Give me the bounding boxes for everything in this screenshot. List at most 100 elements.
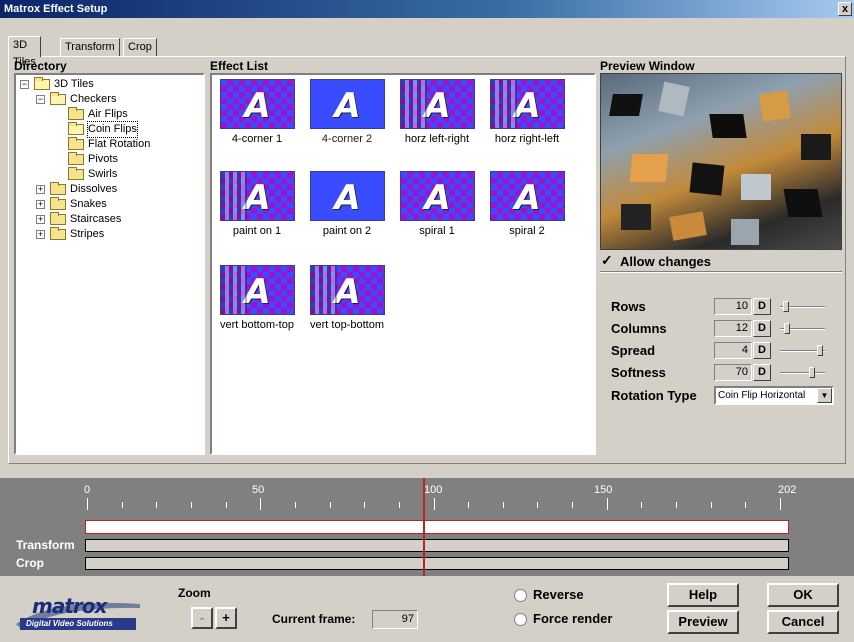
folder-icon — [68, 167, 84, 180]
zoom-out-button[interactable]: - — [191, 607, 213, 629]
preview-button[interactable]: Preview — [667, 610, 739, 634]
folder-icon — [68, 152, 84, 165]
ruler-tick — [780, 498, 782, 510]
ruler-tick — [502, 502, 504, 508]
folder-icon — [68, 137, 84, 150]
effect-thumb-vert-top-bottom[interactable]: A — [310, 265, 385, 315]
expand-icon[interactable]: + — [36, 215, 45, 224]
crop-track-label: Crop — [16, 556, 44, 570]
effect-thumb-spiral-2[interactable]: A — [490, 171, 565, 221]
close-button[interactable]: x — [838, 2, 852, 16]
crop-track[interactable] — [85, 557, 789, 570]
effect-label[interactable]: paint on 2 — [302, 225, 392, 237]
tree-label: 3D Tiles — [54, 78, 94, 90]
effect-label[interactable]: horz right-left — [482, 133, 572, 145]
reverse-radio[interactable] — [514, 589, 527, 602]
columns-label: Columns — [611, 321, 667, 336]
effect-thumb-vert-bottom-top[interactable]: A — [220, 265, 295, 315]
tree-label: Air Flips — [88, 108, 128, 120]
effect-thumb-spiral-1[interactable]: A — [400, 171, 475, 221]
expand-icon[interactable]: + — [36, 185, 45, 194]
effect-label[interactable]: vert top-bottom — [302, 319, 392, 331]
effect-thumb-paint-on-1[interactable]: A — [220, 171, 295, 221]
directory-tree[interactable]: − 3D Tiles − Checkers Air Flips Coin Fli… — [14, 73, 205, 455]
rotation-type-value: Coin Flip Horizontal — [718, 390, 806, 401]
effect-label[interactable]: paint on 1 — [212, 225, 302, 237]
spread-slider-thumb[interactable] — [817, 345, 823, 356]
effect-label[interactable]: spiral 2 — [482, 225, 572, 237]
tree-label: Flat Rotation — [88, 138, 151, 150]
effect-label[interactable]: 4-corner 1 — [212, 133, 302, 145]
softness-slider-thumb[interactable] — [809, 367, 815, 378]
transform-track[interactable] — [85, 539, 789, 552]
effect-label-selected[interactable]: 4-corner 2 — [302, 133, 392, 145]
softness-field[interactable]: 70 — [714, 364, 752, 381]
effect-thumb-paint-on-2[interactable]: A — [310, 171, 385, 221]
folder-open-icon — [50, 92, 66, 105]
rotation-type-select[interactable]: Coin Flip Horizontal ▼ — [714, 386, 834, 405]
effect-label[interactable]: vert bottom-top — [212, 319, 302, 331]
ruler-tick — [537, 502, 539, 508]
master-track[interactable] — [85, 520, 789, 534]
allow-changes-label: Allow changes — [620, 254, 712, 269]
tab-transform[interactable]: Transform — [60, 38, 120, 56]
tree-label: Dissolves — [70, 183, 118, 195]
effect-thumb-4-corner-1[interactable]: A — [220, 79, 295, 129]
ruler-label: 150 — [594, 484, 613, 496]
folder-icon — [50, 227, 66, 240]
expand-icon[interactable]: + — [36, 200, 45, 209]
help-button[interactable]: Help — [667, 583, 739, 607]
rows-slider-thumb[interactable] — [783, 301, 789, 312]
rows-default-button[interactable]: D — [753, 298, 771, 315]
ruler-tick — [190, 502, 192, 508]
softness-default-button[interactable]: D — [753, 364, 771, 381]
playhead[interactable] — [423, 478, 426, 576]
rows-field[interactable]: 10 — [714, 298, 752, 315]
effect-list-title: Effect List — [210, 59, 269, 73]
expand-icon[interactable]: + — [36, 230, 45, 239]
effect-list[interactable]: A 4-corner 1 A 4-corner 2 A horz left-ri… — [210, 73, 596, 455]
rotation-type-label: Rotation Type — [611, 388, 697, 403]
tab-crop[interactable]: Crop — [123, 38, 157, 56]
tab-3d-tiles[interactable]: 3D Tiles — [8, 36, 41, 68]
effect-glyph: A — [514, 178, 541, 218]
cancel-button[interactable]: Cancel — [767, 610, 839, 634]
effect-label[interactable]: spiral 1 — [392, 225, 482, 237]
softness-slider[interactable] — [780, 372, 825, 374]
folder-open-icon — [68, 122, 84, 135]
effect-thumb-horz-left-right[interactable]: A — [400, 79, 475, 129]
allow-changes-checkbox[interactable]: ✓ — [601, 252, 613, 269]
ok-button[interactable]: OK — [767, 583, 839, 607]
ruler-tick — [294, 502, 296, 508]
force-render-label: Force render — [533, 611, 613, 626]
divider — [600, 271, 842, 273]
tree-label: Pivots — [88, 153, 118, 165]
ruler-tick — [572, 502, 574, 508]
columns-default-button[interactable]: D — [753, 320, 771, 337]
columns-field[interactable]: 12 — [714, 320, 752, 337]
effect-thumb-horz-right-left[interactable]: A — [490, 79, 565, 129]
ruler-tick — [121, 502, 123, 508]
window-title: Matrox Effect Setup — [4, 3, 108, 15]
effect-glyph: A — [334, 272, 361, 312]
ruler-tick — [676, 502, 678, 508]
folder-icon — [68, 107, 84, 120]
current-frame-field[interactable]: 97 — [372, 610, 418, 629]
collapse-icon[interactable]: − — [36, 95, 45, 104]
ruler-tick — [433, 498, 435, 510]
chevron-down-icon[interactable]: ▼ — [817, 388, 832, 403]
spread-field[interactable]: 4 — [714, 342, 752, 359]
ruler-label: 100 — [424, 484, 443, 496]
ruler-tick — [606, 498, 608, 510]
preview-title: Preview Window — [600, 59, 695, 73]
collapse-icon[interactable]: − — [20, 80, 29, 89]
effect-thumb-4-corner-2[interactable]: A — [310, 79, 385, 129]
force-render-radio[interactable] — [514, 613, 527, 626]
spread-default-button[interactable]: D — [753, 342, 771, 359]
rows-label: Rows — [611, 299, 646, 314]
ruler-tick — [329, 502, 331, 508]
reverse-label: Reverse — [533, 587, 584, 602]
effect-label[interactable]: horz left-right — [392, 133, 482, 145]
columns-slider-thumb[interactable] — [784, 323, 790, 334]
zoom-in-button[interactable]: + — [215, 607, 237, 629]
